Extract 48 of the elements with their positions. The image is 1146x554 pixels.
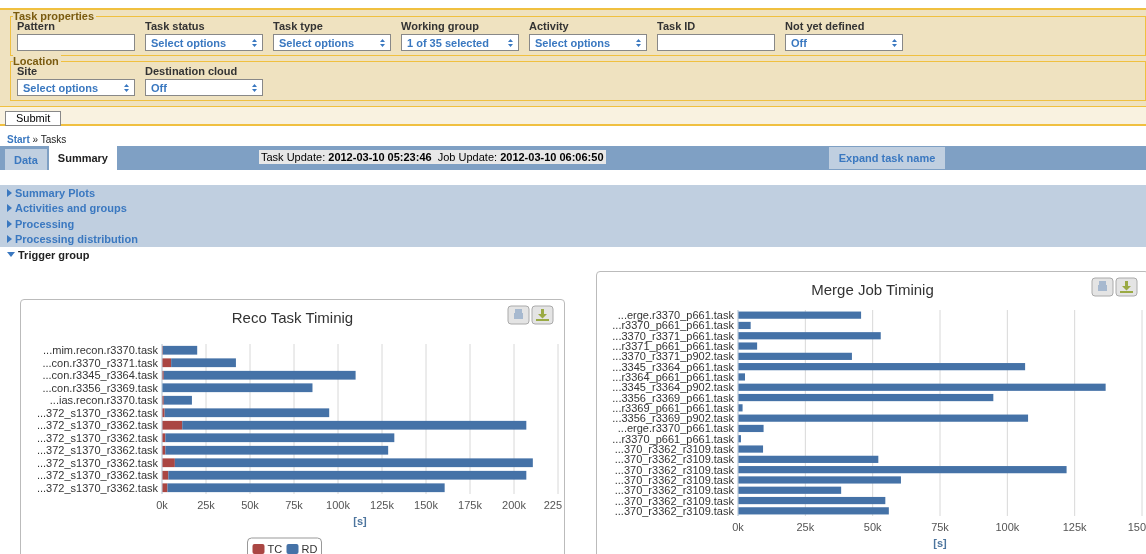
tick-label: 150	[1127, 520, 1146, 533]
tick-label: 75k	[931, 520, 949, 533]
chart-title: Merge Job Timinig	[811, 280, 934, 298]
field-label: Activity	[529, 20, 570, 33]
field-label: Site	[17, 65, 39, 78]
category-label: ...con.r3356_r3369.task	[42, 381, 158, 394]
fieldset-legend: Location	[13, 55, 61, 67]
breadcrumb-separator: »	[32, 134, 39, 145]
chart-title: Reco Task Timinig	[231, 308, 354, 326]
field-label: Destination cloud	[145, 65, 239, 78]
axis-title: [s]	[353, 514, 367, 527]
category-label: ...372_s1370_r3362.task	[36, 481, 158, 494]
category-label: ...con.r3345_r3364.task	[42, 368, 158, 381]
category-label: ...mim.recon.r3370.task	[43, 343, 158, 356]
field-label: Not yet defined	[785, 20, 866, 33]
tick-label: 75k	[285, 498, 303, 511]
category-label: ...372_s1370_r3362.task	[36, 443, 158, 456]
axis-title: [s]	[933, 536, 947, 549]
tick-label: 100k	[995, 520, 1020, 533]
field-label: Working group	[401, 20, 480, 33]
tick-label: 125k	[1062, 520, 1087, 533]
tick-label: 0k	[732, 520, 744, 533]
breadcrumb-current: Tasks	[40, 134, 67, 145]
tick-label: 225	[543, 498, 562, 511]
tick-label: 50k	[863, 520, 882, 533]
category-label: ...372_s1370_r3362.task	[36, 431, 158, 444]
category-label: ...372_s1370_r3362.task	[36, 406, 158, 419]
category-label: ...372_s1370_r3362.task	[36, 468, 158, 481]
update-info: Task Update: 2012-03-10 05:23:46 Job Update: 2012-03-10 06:06:50	[259, 150, 606, 164]
field-label: Task type	[273, 20, 324, 33]
category-label: ...ias.recon.r3370.task	[49, 393, 158, 406]
tick-label: 0k	[156, 498, 168, 511]
tick-label: 50k	[241, 498, 259, 511]
legend-label: TC	[267, 542, 283, 554]
category-label: ...372_s1370_r3362.task	[36, 456, 158, 469]
field-label: Task ID	[657, 20, 697, 33]
tick-label: 150k	[414, 498, 438, 511]
tick-label: 25k	[796, 520, 815, 533]
tick-label: 200k	[502, 498, 526, 511]
field-label: Task status	[145, 20, 206, 33]
fieldset-legend: Task properties	[13, 10, 97, 22]
category-label: ...con.r3370_r3371.task	[42, 356, 158, 369]
tick-label: 175k	[458, 498, 482, 511]
category-label: ...372_s1370_r3362.task	[36, 418, 158, 431]
tick-label: 125k	[370, 498, 394, 511]
legend-label: RD	[301, 542, 318, 554]
tick-label: 25k	[197, 498, 215, 511]
tick-label: 100k	[326, 498, 350, 511]
